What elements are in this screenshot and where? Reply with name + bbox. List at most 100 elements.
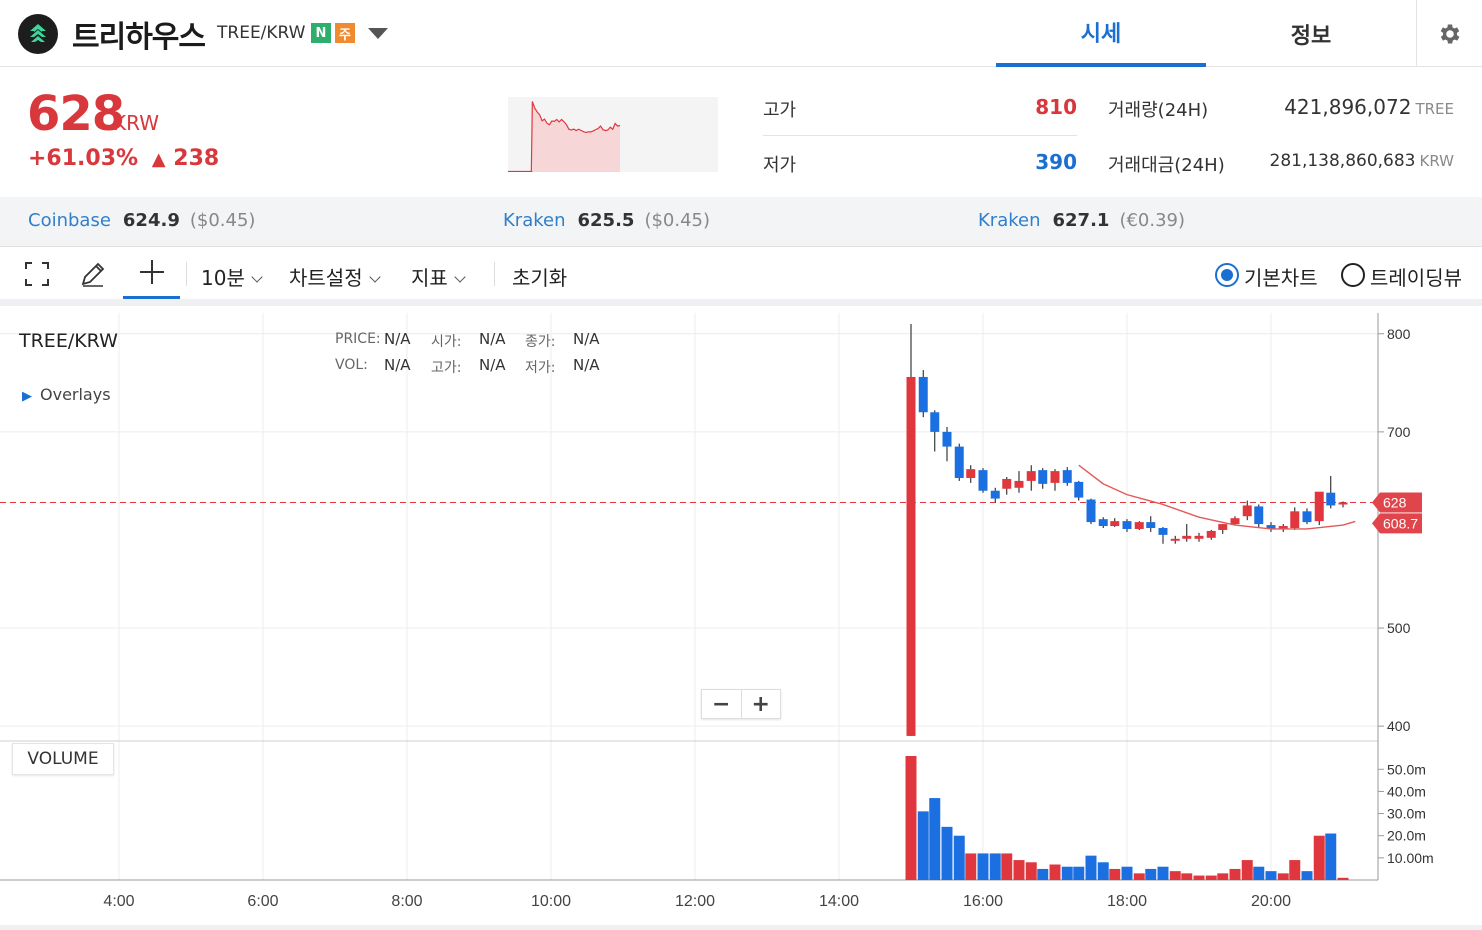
interval-select[interactable]: 10분 xyxy=(201,262,263,291)
candle-body xyxy=(1206,530,1216,538)
up-arrow-icon: ▲ xyxy=(151,149,166,170)
y-tick-label: 700 xyxy=(1387,424,1411,440)
volume-bar xyxy=(989,853,1001,880)
sparkline-area xyxy=(532,101,620,172)
x-tick-label: 4:00 xyxy=(103,893,134,910)
basic-chart-radio[interactable] xyxy=(1215,263,1239,287)
volume-bar xyxy=(965,853,977,880)
reset-button[interactable]: 초기화 xyxy=(512,262,567,291)
candle-body xyxy=(1182,535,1192,539)
price-key: PRICE: xyxy=(335,331,381,347)
settings-button[interactable] xyxy=(1416,0,1482,67)
zoom-out-button[interactable]: − xyxy=(702,690,742,718)
crosshair-button[interactable] xyxy=(123,248,180,299)
coin-logo xyxy=(18,14,58,54)
exchange-item-kraken-eur[interactable]: Kraken 627.1 (€0.39) xyxy=(978,210,1185,231)
x-tick-label: 10:00 xyxy=(531,893,571,910)
price-chart[interactable]: 4:00 6:00 8:00 10:00 12:00 14:00 16:00 18:00 20:… xyxy=(0,313,1482,925)
exchange-name: Kraken xyxy=(978,210,1041,231)
candle-body xyxy=(1302,511,1312,523)
chevron-down-icon xyxy=(251,271,263,283)
volume-bar xyxy=(941,826,953,880)
coin-name: 트리하우스 xyxy=(72,20,206,55)
app-header: 트리하우스 TREE/KRW N 주 시세 정보 xyxy=(0,0,1482,67)
indicators-label: 지표 xyxy=(411,266,448,290)
volume-tick-label: 30.0m xyxy=(1387,806,1426,822)
bottom-border xyxy=(0,925,1482,930)
exchange-item-coinbase[interactable]: Coinbase 624.9 ($0.45) xyxy=(28,210,255,231)
tab-price[interactable]: 시세 xyxy=(996,0,1206,67)
volume-bar xyxy=(929,798,941,880)
sparkline-chart xyxy=(508,101,621,173)
candle-body xyxy=(1158,528,1168,535)
volume-bar xyxy=(1049,864,1061,880)
chart-toolbar: 10분 차트설정 지표 초기화 기본차트 트레이딩뷰 xyxy=(0,248,1482,306)
divider xyxy=(763,135,1077,136)
x-tick-label: 16:00 xyxy=(963,893,1003,910)
volume-bar xyxy=(1277,873,1289,880)
gear-icon xyxy=(1440,23,1459,44)
volume-panel-label[interactable]: VOLUME xyxy=(12,743,114,775)
volume-bar xyxy=(1253,866,1265,880)
chevron-down-icon xyxy=(368,271,381,283)
candle-body xyxy=(966,469,976,478)
exchange-item-kraken-usd[interactable]: Kraken 625.5 ($0.45) xyxy=(503,210,710,231)
candle-body xyxy=(918,376,928,413)
volume-bar xyxy=(953,835,965,880)
candle-body xyxy=(1242,505,1252,517)
candle-body xyxy=(906,376,916,736)
candle-body xyxy=(990,490,1000,499)
divider xyxy=(494,262,495,286)
tradingview-label[interactable]: 트레이딩뷰 xyxy=(1370,262,1462,291)
market-badge-n: N xyxy=(311,23,331,43)
candle-body xyxy=(1014,480,1024,488)
candle-body xyxy=(1074,481,1084,498)
indicators-menu[interactable]: 지표 xyxy=(411,262,466,291)
x-tick-label: 12:00 xyxy=(675,893,715,910)
x-tick-label: 18:00 xyxy=(1107,893,1147,910)
fullscreen-icon xyxy=(25,261,49,286)
pencil-icon xyxy=(81,262,105,287)
exchange-usd: ($0.45) xyxy=(189,210,256,231)
current-price: 628 xyxy=(27,86,125,142)
low-key: 저가: xyxy=(525,360,556,376)
volume-tick-label: 40.0m xyxy=(1387,783,1426,799)
divider xyxy=(186,262,187,286)
volume-bar xyxy=(1241,860,1253,880)
candlestick-chart[interactable]: 4:00 6:00 8:00 10:00 12:00 14:00 16:00 18:00 20:… xyxy=(0,313,1482,925)
exchange-eur: (€0.39) xyxy=(1119,210,1186,231)
high-value: 810 xyxy=(1035,95,1077,119)
mini-sparkline xyxy=(508,97,718,173)
price-tag-text: 608.7 xyxy=(1383,515,1418,531)
pair-code: TREE/KRW xyxy=(217,23,306,43)
turnover-value: 281,138,860,683 xyxy=(1269,151,1416,171)
chart-settings-label: 차트설정 xyxy=(289,266,363,290)
candle-body xyxy=(1038,470,1048,484)
coin-select-dropdown-icon[interactable] xyxy=(368,28,388,39)
candle-body xyxy=(1254,506,1264,525)
tradingview-radio[interactable] xyxy=(1341,263,1365,287)
draw-button[interactable] xyxy=(76,248,110,299)
chart-settings-menu[interactable]: 차트설정 xyxy=(289,262,381,291)
overlays-label: Overlays xyxy=(40,385,111,404)
volume-bar xyxy=(1109,868,1121,880)
fullscreen-button[interactable] xyxy=(20,248,54,299)
volume-value: 421,896,072 xyxy=(1284,95,1412,119)
tab-info[interactable]: 정보 xyxy=(1206,0,1416,67)
volume-bar xyxy=(1169,871,1181,880)
volume-bar xyxy=(1133,873,1145,880)
exchange-name: Kraken xyxy=(503,210,566,231)
basic-chart-label[interactable]: 기본차트 xyxy=(1244,262,1318,291)
volume-24h: 421,896,072 TREE xyxy=(1250,95,1454,119)
caution-badge: 주 xyxy=(335,23,355,43)
candle-body xyxy=(1002,478,1012,489)
volume-tick-label: 10.00m xyxy=(1387,850,1434,866)
volume-bar xyxy=(1301,871,1313,880)
zoom-in-button[interactable]: + xyxy=(742,690,781,718)
candle-body xyxy=(942,431,952,447)
candle-body xyxy=(1146,522,1156,528)
price-summary: 628 KRW +61.03% ▲ 238 고가 810 저가 390 거래량(… xyxy=(0,68,1482,197)
candle-body xyxy=(1050,471,1060,483)
overlays-toggle[interactable]: ▶ Overlays xyxy=(22,385,111,404)
close-key: 종가: xyxy=(525,334,556,350)
